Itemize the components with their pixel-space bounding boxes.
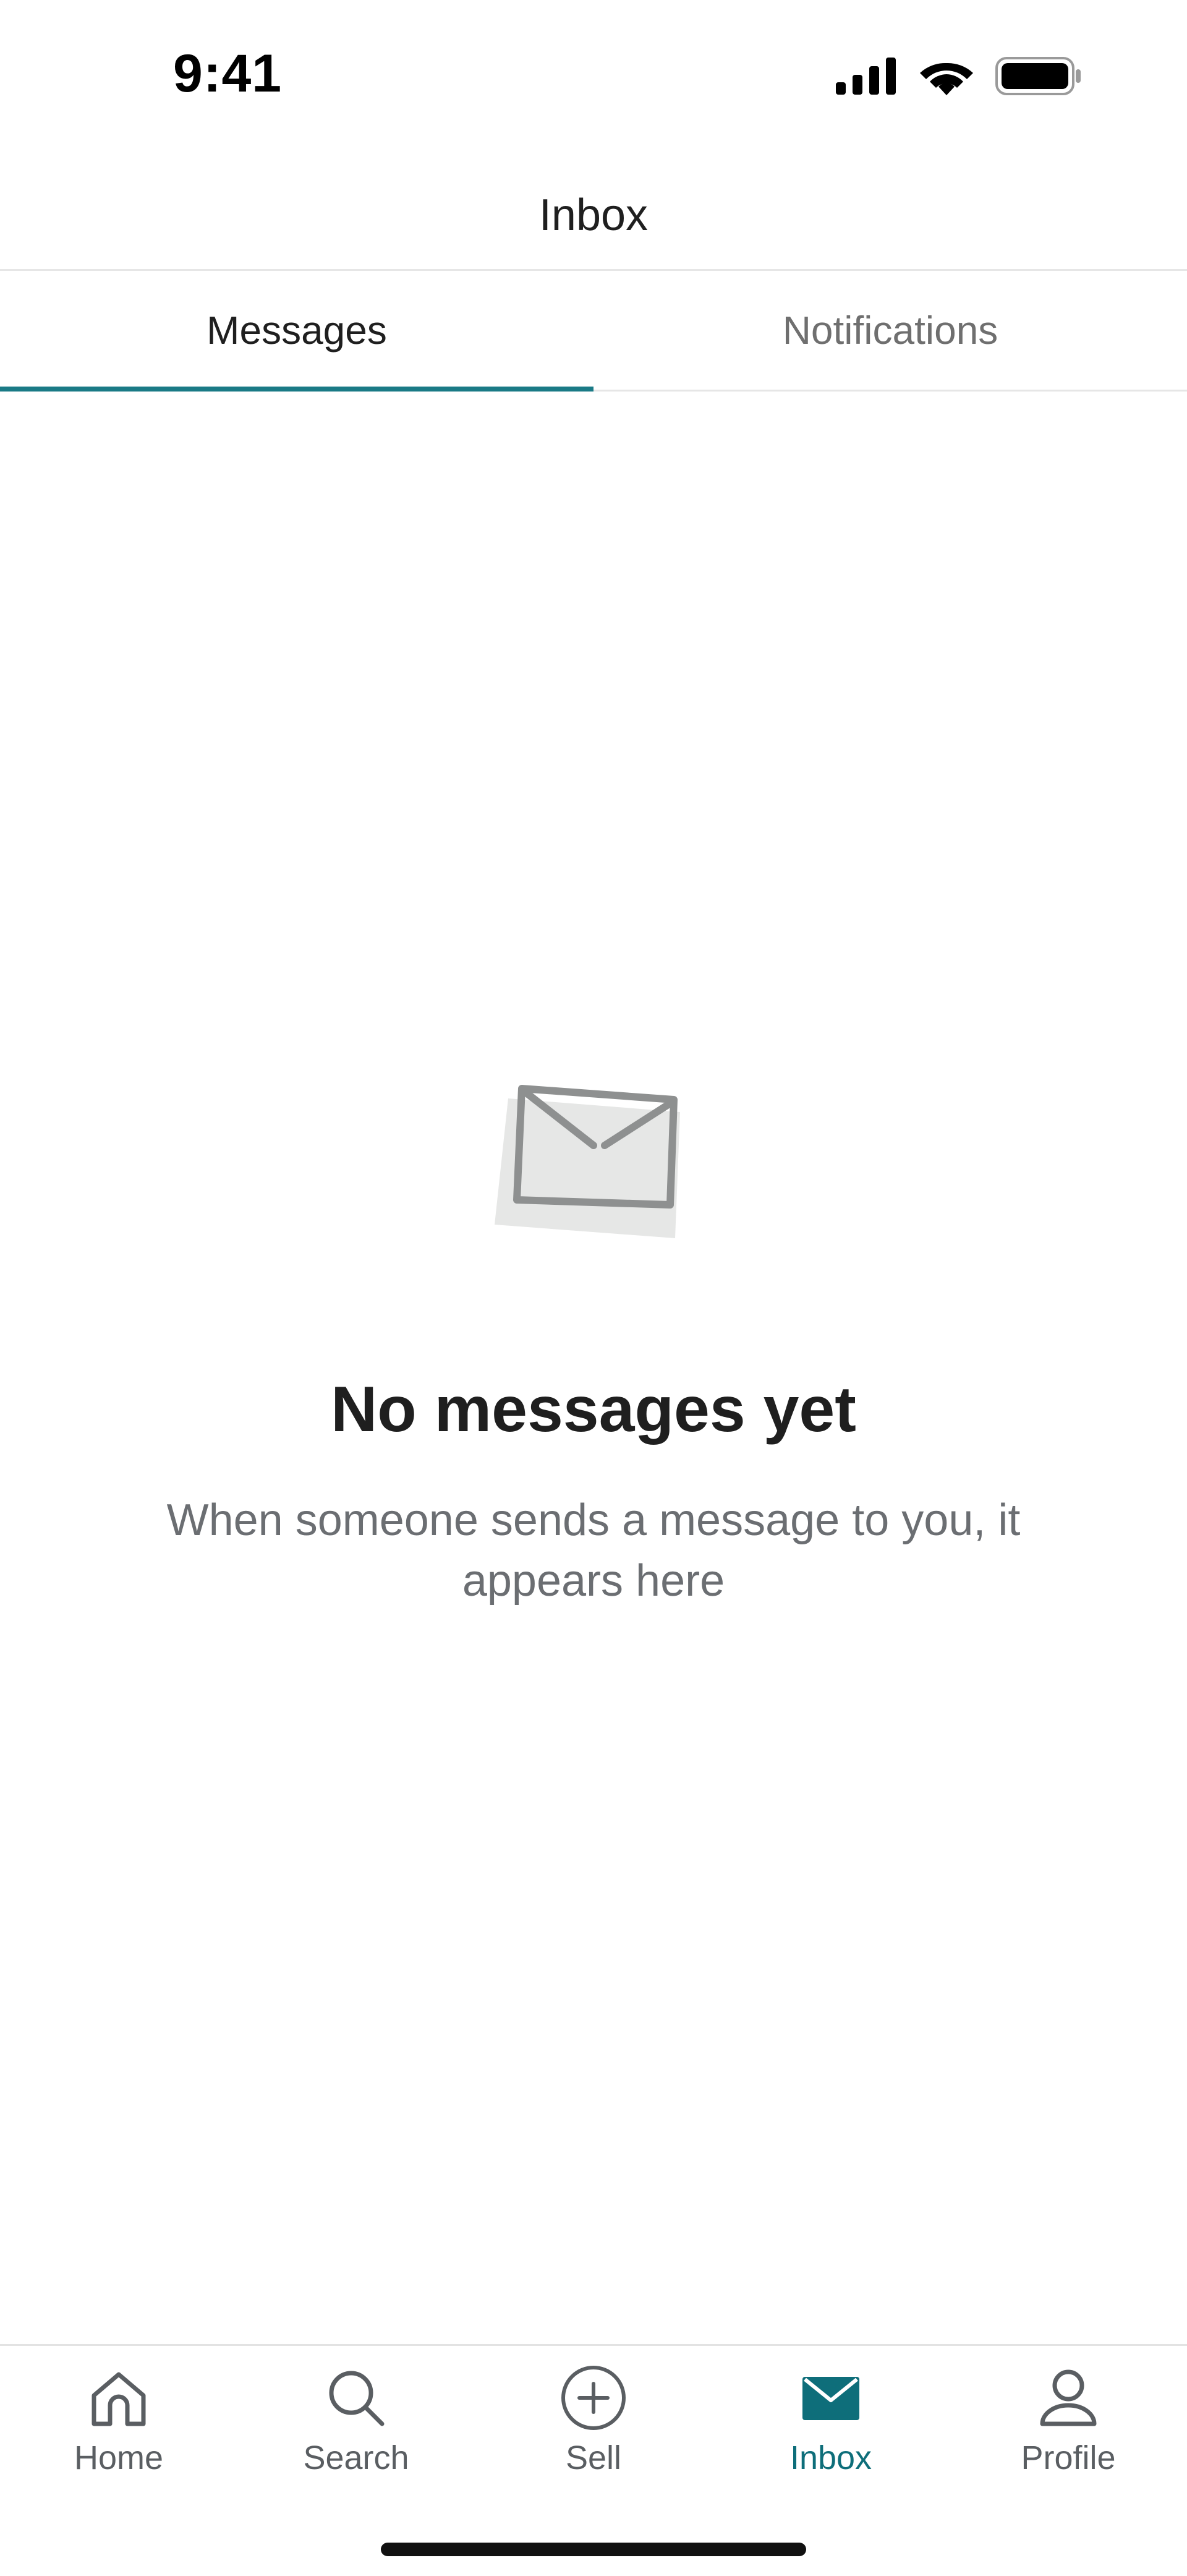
empty-subtitle: When someone sends a message to you, it … bbox=[166, 1496, 1021, 1606]
wifi-icon bbox=[920, 57, 973, 98]
empty-state: No messages yet When someone sends a mes… bbox=[0, 1076, 1187, 1611]
tab-messages[interactable]: Messages bbox=[0, 271, 594, 392]
empty-title: No messages yet bbox=[331, 1374, 856, 1445]
nav-home-label: Home bbox=[74, 2439, 164, 2476]
tab-notifications[interactable]: Notifications bbox=[594, 271, 1187, 390]
mail-icon bbox=[794, 2361, 868, 2435]
battery-icon bbox=[995, 57, 1082, 98]
bottom-nav: Home Search Sell Inbox Profile bbox=[0, 2344, 1187, 2576]
nav-profile[interactable]: Profile bbox=[963, 2361, 1173, 2477]
plus-circle-icon bbox=[556, 2361, 631, 2435]
nav-search-label: Search bbox=[303, 2439, 409, 2476]
nav-sell[interactable]: Sell bbox=[488, 2361, 699, 2477]
tab-bar: Messages Notifications bbox=[0, 271, 1187, 392]
home-indicator bbox=[381, 2543, 806, 2556]
status-time: 9:41 bbox=[173, 44, 283, 103]
nav-search[interactable]: Search bbox=[251, 2361, 461, 2477]
nav-profile-label: Profile bbox=[1021, 2439, 1116, 2476]
header: Inbox bbox=[0, 161, 1187, 271]
nav-sell-label: Sell bbox=[565, 2439, 622, 2476]
status-bar: 9:41 bbox=[0, 0, 1187, 161]
person-icon bbox=[1031, 2361, 1105, 2435]
envelope-icon bbox=[495, 1076, 692, 1249]
home-icon bbox=[82, 2361, 156, 2435]
nav-inbox[interactable]: Inbox bbox=[726, 2361, 936, 2477]
nav-home[interactable]: Home bbox=[14, 2361, 224, 2477]
nav-inbox-label: Inbox bbox=[789, 2439, 872, 2476]
search-icon bbox=[319, 2361, 393, 2435]
signal-icon bbox=[836, 58, 898, 98]
page-title: Inbox bbox=[538, 190, 649, 240]
status-icons bbox=[836, 57, 1082, 98]
